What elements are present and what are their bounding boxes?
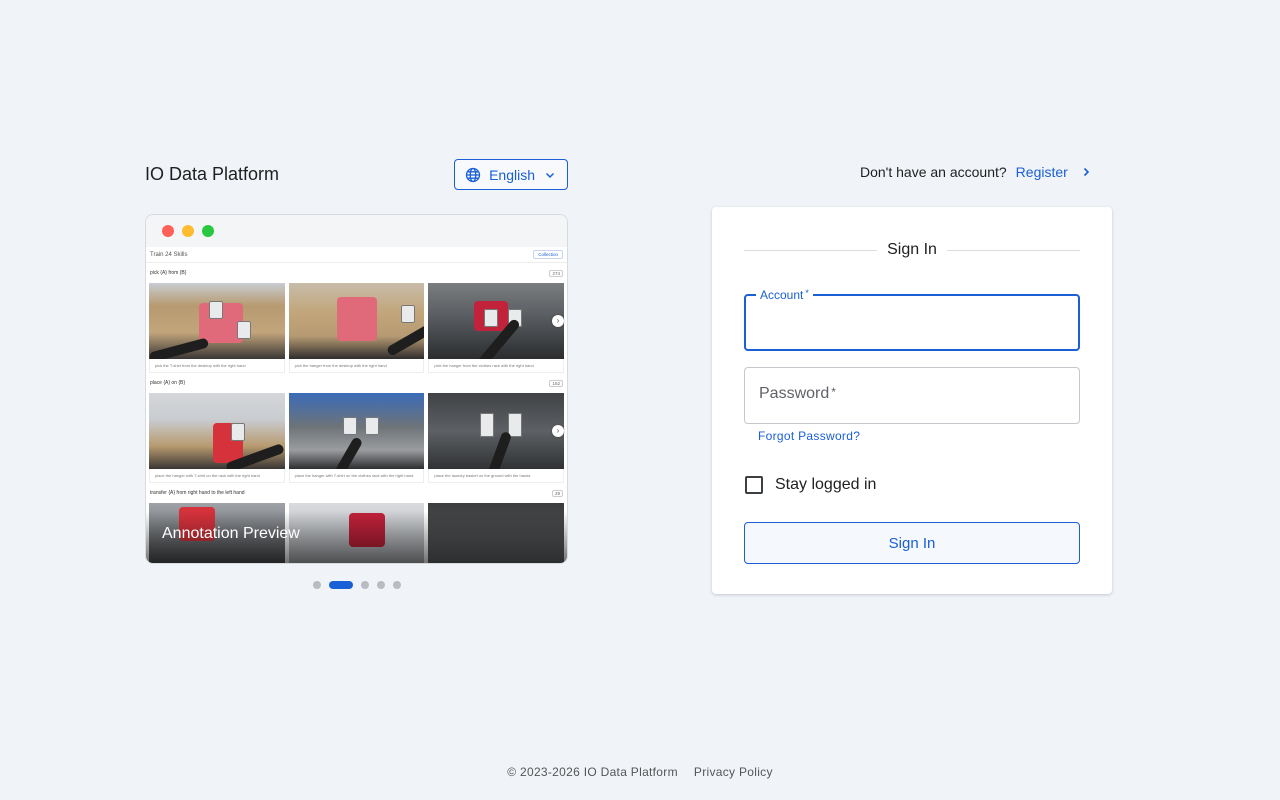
minimize-dot-icon	[182, 225, 194, 237]
section-count: 274	[549, 269, 563, 277]
thumbnail-image	[428, 283, 565, 359]
pager-dot-active[interactable]	[328, 581, 353, 589]
chevron-right-icon[interactable]: ›	[552, 315, 564, 327]
stay-logged-in-row[interactable]: Stay logged in	[744, 474, 1080, 496]
pager-dot[interactable]	[360, 581, 369, 589]
pager-dot[interactable]	[392, 581, 401, 589]
thumbnail-image	[149, 393, 285, 469]
account-input[interactable]	[746, 296, 1078, 349]
signin-card: Sign In Account * Password * Forgot Passwo…	[712, 207, 1112, 594]
thumbnail-caption: pick the hanger from the clothes rack wi…	[428, 359, 565, 373]
forgot-password-link[interactable]: Forgot Password?	[758, 429, 860, 443]
thumbnail-caption: place the hanger with T-shirt on the rac…	[149, 469, 285, 483]
register-question: Don't have an account?	[860, 164, 1007, 180]
section-title: pick {A} from {B}	[150, 270, 187, 276]
section-count: 29	[551, 489, 563, 497]
stay-logged-in-checkbox[interactable]	[745, 476, 763, 494]
globe-icon	[465, 167, 481, 183]
maximize-dot-icon	[202, 225, 214, 237]
window-titlebar	[146, 215, 567, 247]
register-prompt: Don't have an account? Register	[860, 162, 1092, 182]
slide-label: Annotation Preview	[162, 525, 300, 542]
account-label: Account *	[756, 288, 813, 302]
preview-carousel[interactable]: Train 24 Skills Collection pick {A} from…	[145, 214, 568, 564]
copyright-text: © 2023-2026 IO Data Platform	[507, 765, 678, 779]
privacy-policy-link[interactable]: Privacy Policy	[694, 765, 773, 779]
thumbnail-caption: pick the hanger from the desktop with th…	[288, 359, 425, 373]
language-label: English	[489, 166, 535, 183]
thumbnail-card: pick the T-shirt from the desktop with t…	[149, 283, 285, 373]
thumbnail-image	[288, 393, 425, 469]
section-title: place {A} on {B}	[150, 380, 186, 386]
thumbnail-card: pick the hanger from the desktop with th…	[288, 283, 425, 373]
thumbnail-caption: place the laundry basket on the ground w…	[428, 469, 565, 483]
signin-title: Sign In	[887, 241, 937, 258]
thumbnail-caption: pick the T-shirt from the desktop with t…	[149, 359, 285, 373]
divider	[744, 249, 878, 251]
thumbnail-image	[428, 393, 565, 469]
brand-title: IO Data Platform	[145, 164, 280, 184]
close-dot-icon	[162, 225, 174, 237]
thumbnail-image	[149, 283, 285, 359]
footer: © 2023-2026 IO Data Platform Privacy Pol…	[0, 765, 1280, 779]
thumbnail-caption: place the hanger with T-shirt on the clo…	[288, 469, 425, 483]
signin-title-row: Sign In	[744, 240, 1080, 260]
chevron-down-icon	[543, 168, 557, 182]
brand-row: IO Data Platform English	[145, 159, 568, 190]
pager-dot[interactable]	[376, 581, 385, 589]
preview-section: pick {A} from {B} 274 pick the T-shirt f…	[146, 263, 567, 373]
password-field[interactable]: Password *	[744, 367, 1080, 424]
signin-button[interactable]: Sign In	[744, 522, 1080, 564]
section-count: 162	[549, 379, 563, 387]
pager-dot[interactable]	[312, 581, 321, 589]
register-link[interactable]: Register	[1016, 164, 1068, 180]
preview-title: Train 24 Skills	[150, 251, 188, 258]
preview-section: place {A} on {B} 162 place the hanger wi…	[146, 373, 567, 483]
password-input[interactable]	[745, 368, 1079, 423]
carousel-pager	[145, 581, 568, 589]
thumbnail-card: place the hanger with T-shirt on the rac…	[149, 393, 285, 483]
thumbnail-image	[288, 283, 425, 359]
section-title: transfer {A} from right hand to the left…	[150, 490, 245, 496]
language-select[interactable]: English	[454, 159, 568, 190]
preview-header: Train 24 Skills Collection	[146, 247, 567, 263]
chevron-right-icon[interactable]: ›	[552, 425, 564, 437]
collection-chip: Collection	[533, 250, 563, 259]
thumbnail-card: place the laundry basket on the ground w…	[428, 393, 565, 483]
divider	[946, 249, 1080, 251]
left-panel: IO Data Platform English Train 24 Skills…	[145, 159, 568, 589]
thumbnail-card: pick the hanger from the clothes rack wi…	[428, 283, 565, 373]
stay-logged-in-label[interactable]: Stay logged in	[775, 476, 876, 494]
thumbnail-card: place the hanger with T-shirt on the clo…	[288, 393, 425, 483]
chevron-right-icon[interactable]	[1080, 166, 1092, 178]
account-field[interactable]: Account *	[744, 288, 1080, 351]
